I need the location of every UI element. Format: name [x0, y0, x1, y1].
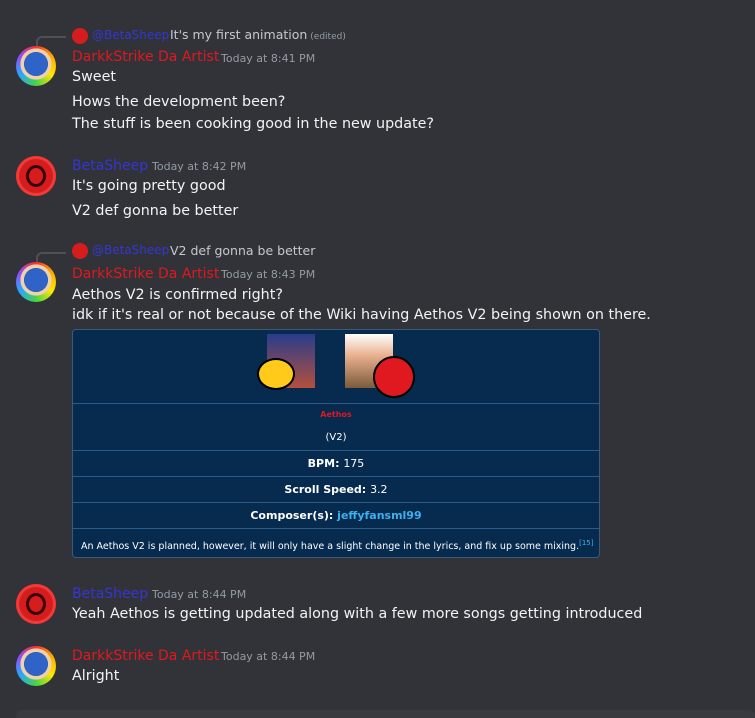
boxing-glove-icon [373, 356, 415, 398]
message-line: Hows the development been? [72, 94, 286, 110]
timestamp: Today at 8:41 PM [221, 52, 316, 65]
scroll-speed-value: 3.2 [370, 483, 388, 496]
composer-link[interactable]: jeffyfansml99 [337, 509, 421, 522]
timestamp: Today at 8:43 PM [221, 268, 316, 281]
edited-label: (edited) [310, 32, 346, 42]
scroll-speed-label: Scroll Speed: [284, 483, 367, 496]
avatar[interactable] [16, 584, 56, 624]
timestamp: Today at 8:44 PM [152, 588, 247, 601]
reply-mention[interactable]: @BetaSheep [92, 28, 169, 42]
wiki-embed[interactable]: Aethos (V2) BPM: 175 Scroll Speed: 3.2 C… [72, 329, 600, 558]
avatar[interactable] [16, 646, 56, 686]
scroll-speed-row: Scroll Speed: 3.2 [73, 476, 599, 503]
reply-connector [36, 36, 66, 47]
embed-note: An Aethos V2 is planned, however, it wil… [73, 528, 599, 557]
song-version: (V2) [325, 432, 347, 443]
avatar[interactable] [16, 262, 56, 302]
reply-avatar[interactable] [72, 28, 88, 44]
message-line: Yeah Aethos is getting updated along wit… [72, 606, 643, 622]
message-line: idk if it's real or not because of the W… [72, 307, 651, 323]
message-line: V2 def gonna be better [72, 203, 239, 219]
author-name[interactable]: BetaSheep [72, 585, 148, 603]
message-line: It's going pretty good [72, 178, 226, 194]
footnote-link[interactable]: [15] [579, 539, 593, 547]
avatar[interactable] [16, 156, 56, 196]
reply-mention[interactable]: @BetaSheep [92, 243, 169, 257]
message-line: The stuff is been cooking good in the ne… [72, 116, 435, 132]
message-line: Aethos V2 is confirmed right? [72, 287, 283, 303]
reply-content: It's my first animation [170, 27, 308, 42]
reply-avatar[interactable] [72, 243, 88, 259]
bpm-label: BPM: [307, 457, 340, 470]
reply-text[interactable]: V2 def gonna be better [170, 243, 315, 258]
avatar[interactable] [16, 46, 56, 86]
bpm-row: BPM: 175 [73, 450, 599, 477]
author-name[interactable]: BetaSheep [72, 157, 148, 175]
sheep-icon [26, 165, 46, 187]
sheep-icon [26, 593, 46, 615]
composer-row: Composer(s): jeffyfansml99 [73, 502, 599, 529]
sunglasses-icon [257, 358, 295, 390]
message-line: Alright [72, 668, 120, 684]
reply-text[interactable]: It's my first animation (edited) [170, 27, 346, 42]
song-title: Aethos [73, 403, 599, 426]
timestamp: Today at 8:44 PM [221, 650, 316, 663]
timestamp: Today at 8:42 PM [152, 160, 247, 173]
author-name[interactable]: DarkkStrike Da Artist [72, 265, 219, 283]
author-name[interactable]: DarkkStrike Da Artist [72, 48, 219, 66]
message-input-bar[interactable] [16, 710, 755, 718]
message-line: Sweet [72, 69, 116, 85]
bpm-value: 175 [343, 457, 365, 470]
embed-note-text: An Aethos V2 is planned, however, it wil… [81, 541, 580, 553]
reply-connector [36, 252, 66, 263]
author-name[interactable]: DarkkStrike Da Artist [72, 647, 219, 665]
composer-label: Composer(s): [250, 509, 334, 522]
